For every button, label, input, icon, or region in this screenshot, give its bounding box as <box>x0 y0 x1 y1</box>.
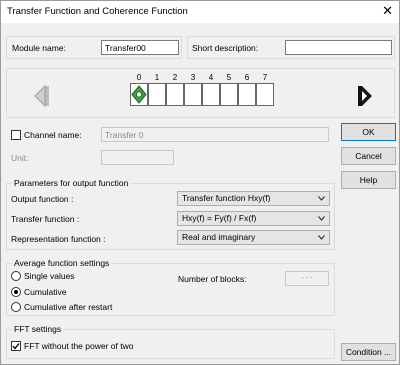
transfer-function-label: Transfer function : <box>11 214 80 224</box>
short-description-input[interactable] <box>285 40 392 55</box>
channel-slot[interactable] <box>166 83 184 106</box>
channel-slot-number: 4 <box>208 73 214 82</box>
channel-slot-number: 3 <box>190 73 196 82</box>
close-icon[interactable]: ✕ <box>382 4 393 18</box>
channel-slot-number: 1 <box>154 73 160 82</box>
unit-label: Unit: <box>11 153 29 163</box>
radio-cumulative-label: Cumulative <box>24 287 67 297</box>
channel-slot[interactable] <box>238 83 256 106</box>
checkmark-icon <box>12 343 20 350</box>
module-name-label: Module name: <box>12 43 66 53</box>
average-settings-title: Average function settings <box>12 258 112 268</box>
output-function-select[interactable]: Transfer function Hxy(f) <box>177 191 330 206</box>
channel-slot[interactable] <box>130 83 148 106</box>
representation-function-value: Real and imaginary <box>182 232 256 242</box>
cancel-button[interactable]: Cancel <box>341 147 396 165</box>
condition-button[interactable]: Condition ... <box>341 343 396 361</box>
radio-single-values-label: Single values <box>24 271 75 281</box>
arrow-right-icon[interactable] <box>357 85 373 107</box>
ok-button[interactable]: OK <box>341 123 396 141</box>
channel-slot[interactable] <box>202 83 220 106</box>
radio-selected-dot <box>14 290 18 294</box>
title-bar: Transfer Function and Coherence Function… <box>1 1 399 23</box>
unit-input[interactable] <box>101 150 174 165</box>
channel-slot-number: 6 <box>244 73 250 82</box>
fft-power-of-two-label: FFT without the power of two <box>24 341 134 351</box>
radio-cumulative-restart-label: Cumulative after restart <box>24 302 113 312</box>
channel-slot-number: 5 <box>226 73 232 82</box>
chevron-down-icon <box>318 235 325 240</box>
channel-name-checkbox[interactable] <box>11 130 21 140</box>
chevron-down-icon <box>318 196 325 201</box>
fft-settings-title: FFT settings <box>12 324 64 334</box>
fft-power-of-two-checkbox[interactable] <box>11 341 21 351</box>
radio-cumulative-restart[interactable] <box>11 302 21 312</box>
output-function-label: Output function : <box>11 194 74 204</box>
channel-name-label: Channel name: <box>24 130 82 140</box>
short-description-label: Short description: <box>192 43 259 53</box>
help-button[interactable]: Help <box>341 171 396 189</box>
module-diamond-icon <box>131 85 147 104</box>
transfer-function-select[interactable]: Hxy(f) = Fy(f) / Fx(f) <box>177 211 330 226</box>
radio-single-values[interactable] <box>11 271 21 281</box>
channel-slot-number: 0 <box>136 73 142 82</box>
channel-name-input[interactable]: Transfer 0 <box>101 127 329 142</box>
transfer-function-value: Hxy(f) = Fy(f) / Fx(f) <box>182 213 257 223</box>
output-params-title: Parameters for output function <box>12 178 131 188</box>
radio-cumulative[interactable] <box>11 287 21 297</box>
representation-function-label: Representation function : <box>11 234 106 244</box>
channel-slot[interactable] <box>148 83 166 106</box>
chevron-down-icon <box>318 216 325 221</box>
number-of-blocks-input[interactable]: - - - <box>285 271 329 286</box>
channel-slot[interactable] <box>256 83 274 106</box>
dialog-window: Transfer Function and Coherence Function… <box>0 0 400 365</box>
channel-slot[interactable] <box>220 83 238 106</box>
module-name-panel: Module name: Transfer00 <box>6 36 182 59</box>
output-function-value: Transfer function Hxy(f) <box>182 193 271 203</box>
arrow-left-icon[interactable] <box>34 85 50 107</box>
channel-slot-number: 2 <box>172 73 178 82</box>
representation-function-select[interactable]: Real and imaginary <box>177 230 330 245</box>
window-title: Transfer Function and Coherence Function <box>7 6 188 17</box>
module-name-input[interactable]: Transfer00 <box>101 40 179 55</box>
short-description-panel: Short description: <box>187 36 395 59</box>
channel-slot[interactable] <box>184 83 202 106</box>
channel-slot-number: 7 <box>262 73 268 82</box>
number-of-blocks-label: Number of blocks: <box>178 274 247 284</box>
